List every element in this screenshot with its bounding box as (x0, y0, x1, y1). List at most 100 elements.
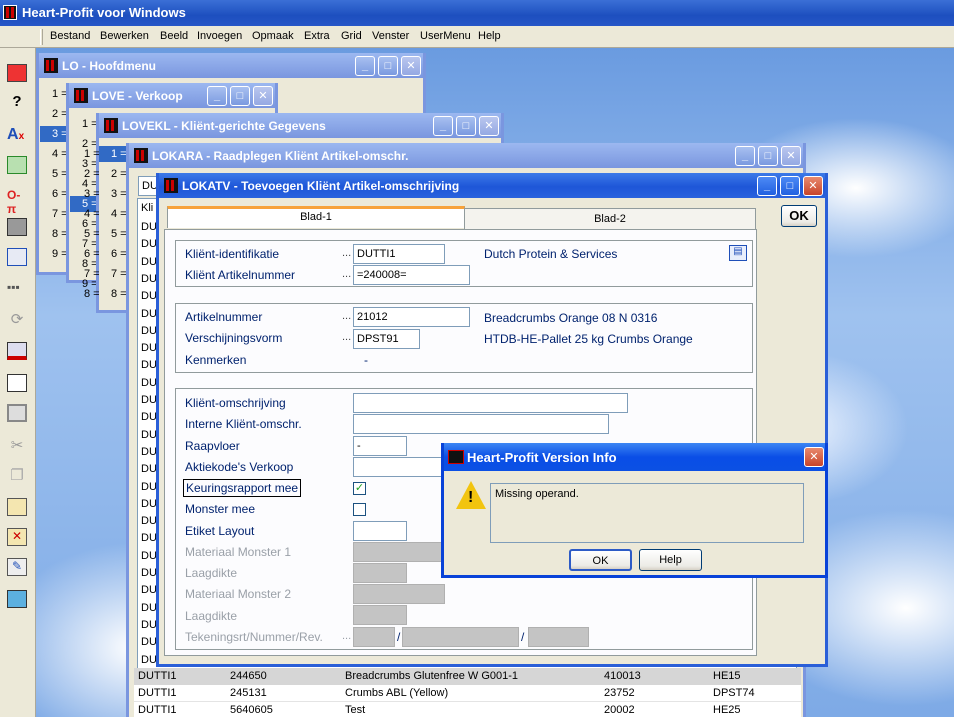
aktie-field[interactable] (353, 457, 453, 477)
menu-bewerken[interactable]: Bewerken (100, 30, 149, 42)
copy-icon[interactable]: ❐ (7, 466, 27, 484)
menu-usermenu[interactable]: UserMenu (420, 30, 471, 42)
close-icon[interactable]: ✕ (803, 176, 823, 196)
grid-row-prefix[interactable]: DU (141, 429, 157, 441)
minimize-icon[interactable]: _ (433, 116, 453, 136)
tab-blad-1[interactable]: Blad-1 (167, 206, 465, 228)
print-icon[interactable] (7, 218, 27, 236)
maximize-icon[interactable]: □ (456, 116, 476, 136)
report-icon[interactable] (7, 64, 27, 82)
menu-line-6[interactable]: 6 = (84, 248, 100, 260)
maximize-icon[interactable]: □ (758, 146, 778, 166)
maximize-icon[interactable]: □ (780, 176, 800, 196)
tab-blad-2[interactable]: Blad-2 (464, 208, 756, 230)
window-lokara-titlebar[interactable]: LOKARA - Raadplegen Kliënt Artikel-omsch… (129, 143, 803, 168)
close-icon[interactable]: ✕ (401, 56, 421, 76)
dialog-help-button[interactable]: Help (639, 549, 702, 571)
menu-line-7[interactable]: 7 = (84, 268, 100, 280)
minimize-icon[interactable]: _ (207, 86, 227, 106)
close-icon[interactable]: ✕ (479, 116, 499, 136)
lovekl-line-5[interactable]: 5 = (111, 228, 127, 240)
grid-row-prefix[interactable]: DU (141, 636, 157, 648)
table-row[interactable]: DUTTI1 245131 Crumbs ABL (Yellow) 23752 … (134, 685, 801, 702)
lovekl-line-2[interactable]: 2 = (111, 168, 127, 180)
menu-line-5[interactable]: 5 = (84, 228, 100, 240)
menu-beeld[interactable]: Beeld (160, 30, 188, 42)
grid-row-prefix[interactable]: DU (141, 377, 157, 389)
menu-invoegen[interactable]: Invoegen (197, 30, 242, 42)
cut-icon[interactable]: ✂ (7, 436, 27, 454)
form-icon[interactable] (7, 404, 27, 422)
window-lovekl-titlebar[interactable]: LOVEKL - Kliënt-gerichte Gegevens _ □ ✕ (99, 113, 501, 138)
paste-icon[interactable] (7, 498, 27, 516)
close-icon[interactable]: ✕ (253, 86, 273, 106)
grid-row-prefix[interactable]: DU (141, 342, 157, 354)
menu-bestand[interactable]: Bestand (50, 30, 90, 42)
grid-row-prefix[interactable]: DU (141, 411, 157, 423)
grid-row-prefix[interactable]: DU (141, 221, 157, 233)
menu-line-8[interactable]: 8 = (84, 288, 100, 300)
grid-row-prefix[interactable]: DU (141, 567, 157, 579)
artnr-field[interactable]: 21012 (353, 307, 470, 327)
grid-row-prefix[interactable]: DU (141, 446, 157, 458)
key-icon[interactable]: O-π (7, 188, 27, 216)
grid-row-prefix[interactable]: DU (141, 359, 157, 371)
klient-art-field[interactable]: =240008= (353, 265, 470, 285)
lovekl-line-4[interactable]: 4 = (111, 208, 127, 220)
monster-checkbox[interactable] (353, 503, 366, 516)
lovekl-line-6[interactable]: 6 = (111, 248, 127, 260)
window-lo-titlebar[interactable]: LO - Hoofdmenu _ □ ✕ (39, 53, 423, 78)
menu-grid[interactable]: Grid (341, 30, 362, 42)
menu-extra[interactable]: Extra (304, 30, 330, 42)
grid-row-prefix[interactable]: DU (141, 550, 157, 562)
minimize-icon[interactable]: _ (355, 56, 375, 76)
grid-row-prefix[interactable]: DU (141, 394, 157, 406)
grid-row-prefix[interactable]: DU (141, 584, 157, 596)
menu-opmaak[interactable]: Opmaak (252, 30, 294, 42)
screen-icon[interactable] (7, 590, 27, 608)
help-icon[interactable]: ? (7, 93, 27, 111)
grid-row-prefix[interactable]: DU (141, 481, 157, 493)
maximize-icon[interactable]: □ (230, 86, 250, 106)
menu-line-2[interactable]: 2 = (84, 168, 100, 180)
grid-row-prefix[interactable]: DU (141, 654, 157, 666)
window-lokatv-titlebar[interactable]: LOKATV - Toevoegen Kliënt Artikel-omschr… (159, 173, 825, 198)
dots-icon[interactable]: ▪▪▪ (7, 280, 27, 298)
grid-row-prefix[interactable]: DU (141, 515, 157, 527)
window-love-titlebar[interactable]: LOVE - Verkoop _ □ ✕ (69, 83, 275, 108)
grid-row-prefix[interactable]: DU (141, 325, 157, 337)
grid-col-header[interactable]: Kli (141, 202, 153, 214)
grid-row-prefix[interactable]: DU (141, 273, 157, 285)
menu-line-4[interactable]: 4 = (84, 208, 100, 220)
window-icon[interactable] (7, 248, 27, 266)
chart-icon[interactable] (7, 374, 27, 392)
table-row[interactable]: DUTTI1 244650 Breadcrumbs Glutenfree W G… (134, 668, 801, 685)
font-icon[interactable]: Ax (7, 126, 27, 144)
etiket-field[interactable] (353, 521, 407, 541)
card-icon[interactable] (7, 342, 27, 360)
menu-help[interactable]: Help (478, 30, 501, 42)
grid-row-prefix[interactable]: DU (141, 602, 157, 614)
note-icon[interactable]: ▤ (729, 245, 747, 261)
klient-id-field[interactable]: DUTTI1 (353, 244, 445, 264)
vorm-field[interactable]: DPST91 (353, 329, 420, 349)
menu-venster[interactable]: Venster (372, 30, 409, 42)
edit-icon[interactable]: ✎ (7, 558, 27, 576)
grid-row-prefix[interactable]: DU (141, 290, 157, 302)
lovekl-line-8[interactable]: 8 = (111, 288, 127, 300)
grid-row-prefix[interactable]: DU (141, 532, 157, 544)
close-icon[interactable]: ✕ (804, 447, 824, 467)
grid-row-prefix[interactable]: DU (141, 619, 157, 631)
lovekl-line-7[interactable]: 7 = (111, 268, 127, 280)
keur-checkbox[interactable]: ✓ (353, 482, 366, 495)
maximize-icon[interactable]: □ (378, 56, 398, 76)
export-icon[interactable] (7, 156, 27, 174)
minimize-icon[interactable]: _ (735, 146, 755, 166)
grid-row-prefix[interactable]: DU (141, 308, 157, 320)
lovekl-line-3[interactable]: 3 = (111, 188, 127, 200)
grid-row-prefix[interactable]: DU (141, 498, 157, 510)
omschr-field[interactable] (353, 393, 628, 413)
ok-button[interactable]: OK (781, 205, 817, 227)
lovekl-line-1[interactable]: 1 = (99, 146, 127, 162)
intern-field[interactable] (353, 414, 609, 434)
